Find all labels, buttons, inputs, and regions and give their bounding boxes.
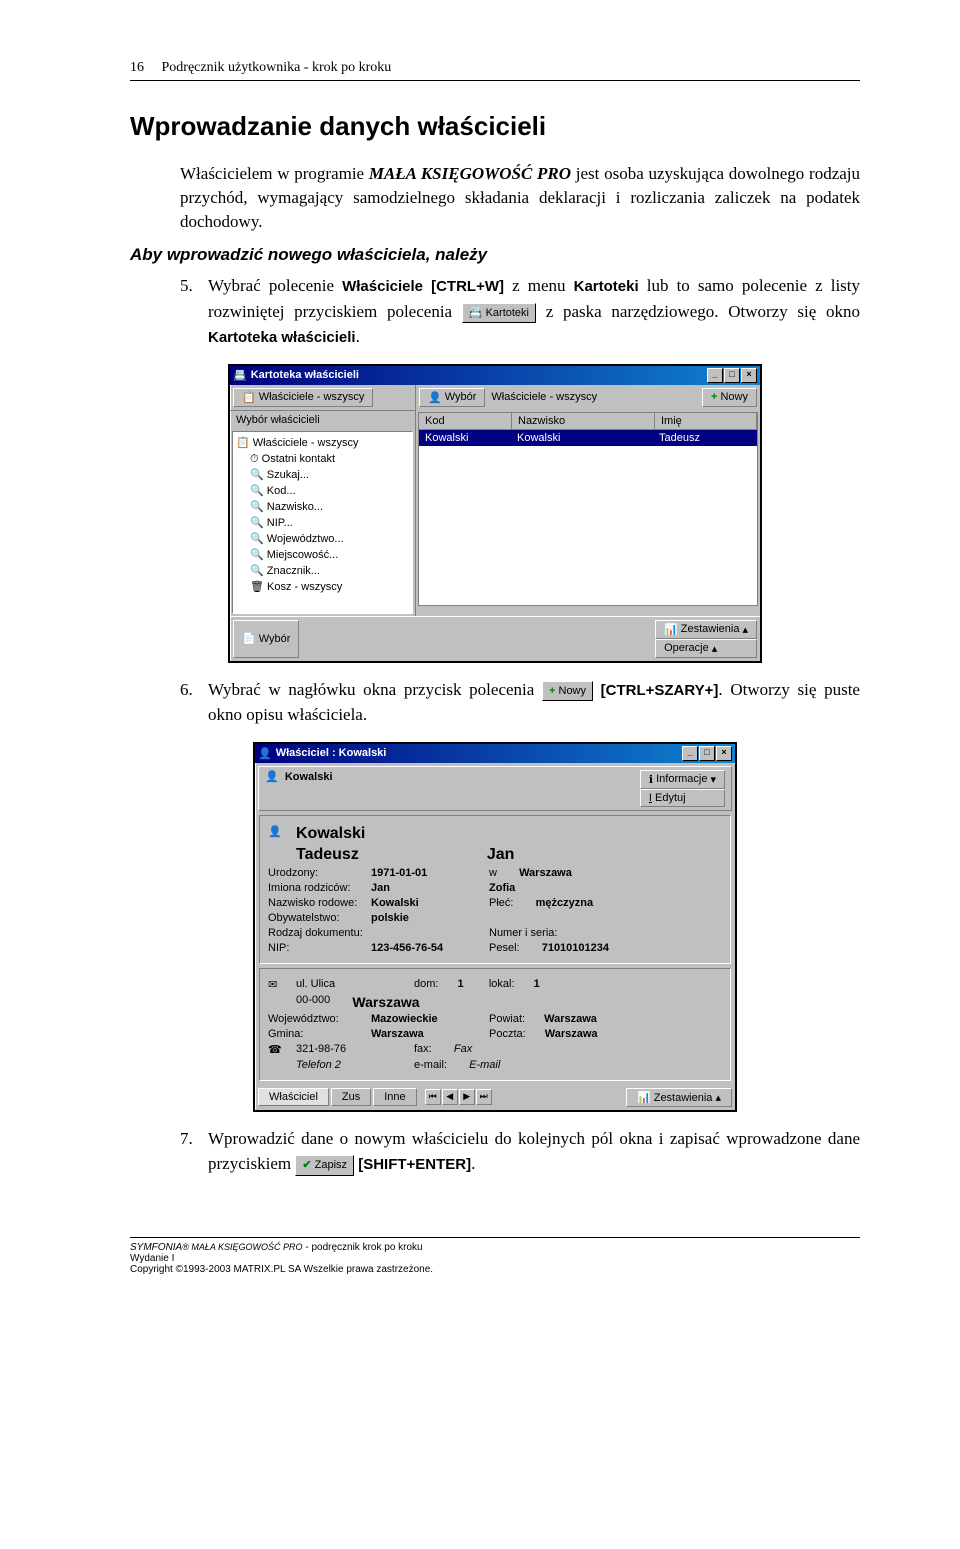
tree-item[interactable]: 🔍 NIP... <box>236 515 409 531</box>
wlasciciel-window: 👤Właściciel : Kowalski _□× 👤 Kowalski ℹ … <box>253 742 737 1112</box>
step-6: 6. Wybrać w nagłówku okna przycisk polec… <box>180 677 860 728</box>
tab-zus[interactable]: Zus <box>331 1088 371 1106</box>
tree-item[interactable]: 🔍 Województwo... <box>236 531 409 547</box>
intro-paragraph: Właścicielem w programie MAŁA KSIĘGOWOŚĆ… <box>180 162 860 233</box>
zapisz-button-inline: ✔ Zapisz <box>295 1155 354 1176</box>
kartoteki-button-inline: 📇 Kartoteki <box>462 303 536 324</box>
envelope-icon: ✉ <box>268 978 288 991</box>
tree-item[interactable]: 🔍 Nazwisko... <box>236 499 409 515</box>
maximize-button[interactable]: □ <box>699 746 715 761</box>
wybor-button[interactable]: 👤 Wybór <box>419 388 485 407</box>
person-icon: 👤 <box>268 825 288 843</box>
subheading: Aby wprowadzić nowego właściciela, należ… <box>130 245 860 265</box>
app-icon: 📇 <box>233 369 247 382</box>
close-button[interactable]: × <box>741 368 757 383</box>
phone-icon: ☎ <box>268 1043 288 1056</box>
nav-prev[interactable]: ◀ <box>442 1089 458 1105</box>
nowy-button-inline: + Nowy <box>542 681 593 702</box>
tree-item[interactable]: ⏱ Ostatni kontakt <box>236 451 409 467</box>
sb-wybor[interactable]: 📄 Wybór <box>233 620 299 658</box>
nav-next[interactable]: ▶ <box>459 1089 475 1105</box>
nowy-button[interactable]: + Nowy <box>702 388 757 407</box>
grid-row-selected[interactable]: Kowalski Kowalski Tadeusz <box>419 430 757 446</box>
left-subheader: Wybór właścicieli <box>230 410 415 429</box>
maximize-button[interactable]: □ <box>724 368 740 383</box>
step-7: 7. Wprowadzić dane o nowym właścicielu d… <box>180 1126 860 1177</box>
tree-item[interactable]: 🔍 Szukaj... <box>236 467 409 483</box>
header-title: Podręcznik użytkownika - krok po kroku <box>162 60 392 75</box>
titlebar[interactable]: 👤Właściciel : Kowalski _□× <box>255 744 735 763</box>
tree-item[interactable]: 🔍 Kod... <box>236 483 409 499</box>
nav-last[interactable]: ⏭ <box>476 1089 492 1105</box>
col-kod[interactable]: Kod <box>419 413 512 429</box>
name-label: 👤 Kowalski <box>265 770 333 807</box>
address-section: ✉ul. Ulicadom: 1 lokal: 1 00-000 Warszaw… <box>259 968 731 1081</box>
page-number: 16 <box>130 60 144 75</box>
tab-wlasciciel[interactable]: Właściciel <box>258 1088 329 1106</box>
person-icon: 👤 <box>258 747 272 760</box>
personal-section: 👤Kowalski TadeuszJan Urodzony:1971-01-01… <box>259 815 731 964</box>
col-nazwisko[interactable]: Nazwisko <box>512 413 655 429</box>
sb-operacje[interactable]: Operacje ▴ <box>655 639 757 658</box>
grid-body[interactable]: Kowalski Kowalski Tadeusz <box>418 430 758 606</box>
toolbar-desc: Właściciele - wszyscy <box>488 388 699 407</box>
sb-zestawienia[interactable]: 📊 Zestawienia ▴ <box>655 620 757 639</box>
page-footer: SYMFONIA® MAŁA KSIĘGOWOŚĆ PRO - podręczn… <box>130 1237 860 1275</box>
minimize-button[interactable]: _ <box>707 368 723 383</box>
kartoteka-window: 📇Kartoteka właścicieli _□× 📋 Właściciele… <box>228 364 762 663</box>
step-5: 5. Wybrać polecenie Właściciele [CTRL+W]… <box>180 273 860 350</box>
left-header-button[interactable]: 📋 Właściciele - wszyscy <box>233 388 373 407</box>
nav-buttons: ⏮◀▶⏭ <box>425 1089 492 1105</box>
minimize-button[interactable]: _ <box>682 746 698 761</box>
close-button[interactable]: × <box>716 746 732 761</box>
edytuj-button[interactable]: I Edytuj <box>640 789 725 807</box>
grid-header: Kod Nazwisko Imię <box>418 412 758 430</box>
page-header: 16 Podręcznik użytkownika - krok po krok… <box>130 60 860 81</box>
tree-item[interactable]: 🔍 Miejscowość... <box>236 547 409 563</box>
col-imie[interactable]: Imię <box>655 413 757 429</box>
tree-view[interactable]: 📋 Właściciele - wszyscy ⏱ Ostatni kontak… <box>232 431 413 614</box>
tree-root[interactable]: 📋 Właściciele - wszyscy <box>236 435 409 451</box>
statusbar: 📄 Wybór 📊 Zestawienia ▴ Operacje ▴ <box>230 616 760 661</box>
tree-item[interactable]: 🔍 Znacznik... <box>236 563 409 579</box>
tree-item[interactable]: 🗑 Kosz - wszyscy <box>236 579 409 595</box>
tab-inne[interactable]: Inne <box>373 1088 416 1106</box>
section-heading: Wprowadzanie danych właścicieli <box>130 111 860 142</box>
tab-bar: Właściciel Zus Inne ⏮◀▶⏭ 📊 Zestawienia ▴ <box>255 1085 735 1110</box>
titlebar[interactable]: 📇Kartoteka właścicieli _□× <box>230 366 760 385</box>
informacje-button[interactable]: ℹ Informacje ▾ <box>640 770 725 789</box>
tab-zestawienia[interactable]: 📊 Zestawienia ▴ <box>626 1088 732 1107</box>
nav-first[interactable]: ⏮ <box>425 1089 441 1105</box>
program-name: MAŁA KSIĘGOWOŚĆ PRO <box>369 164 571 183</box>
